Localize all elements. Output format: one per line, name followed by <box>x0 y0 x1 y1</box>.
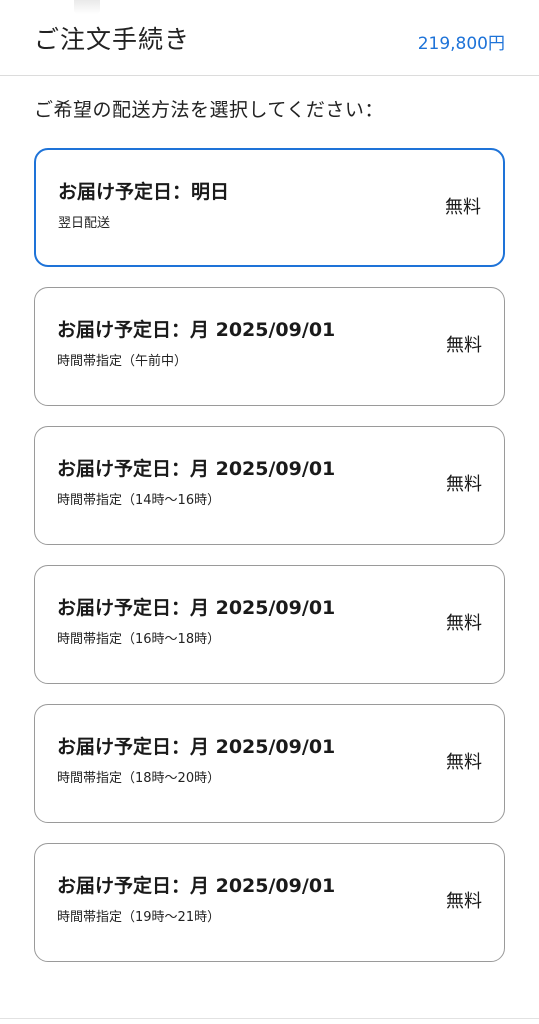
footer-divider <box>0 1018 539 1019</box>
option-subtitle: 時間帯指定（19時〜21時） <box>57 910 221 925</box>
option-title: お届け予定日：月 2025/09/01 <box>57 875 336 897</box>
delivery-method-prompt: ご希望の配送方法を選択してください： <box>34 99 384 121</box>
option-subtitle: 時間帯指定（18時〜20時） <box>57 771 221 786</box>
option-subtitle: 時間帯指定（午前中） <box>57 354 188 369</box>
delivery-option-16-18[interactable]: お届け予定日：月 2025/09/01 時間帯指定（16時〜18時） 無料 <box>34 565 505 684</box>
option-price: 無料 <box>446 891 482 912</box>
option-subtitle: 時間帯指定（16時〜18時） <box>57 632 221 647</box>
option-price: 無料 <box>446 752 482 773</box>
option-title: お届け予定日：月 2025/09/01 <box>57 736 336 758</box>
option-subtitle: 翌日配送 <box>58 216 111 231</box>
delivery-option-tomorrow[interactable]: お届け予定日：明日 翌日配送 無料 <box>34 148 505 267</box>
option-price: 無料 <box>446 474 482 495</box>
delivery-options-list: お届け予定日：明日 翌日配送 無料 お届け予定日：月 2025/09/01 時間… <box>34 148 505 982</box>
option-price: 無料 <box>445 197 481 218</box>
option-price: 無料 <box>446 335 482 356</box>
delivery-option-19-21[interactable]: お届け予定日：月 2025/09/01 時間帯指定（19時〜21時） 無料 <box>34 843 505 962</box>
option-subtitle: 時間帯指定（14時〜16時） <box>57 493 221 508</box>
option-price: 無料 <box>446 613 482 634</box>
option-title: お届け予定日：明日 <box>58 181 230 203</box>
page-title: ご注文手続き <box>34 25 191 54</box>
option-title: お届け予定日：月 2025/09/01 <box>57 458 336 480</box>
header: ご注文手続き 219,800円 <box>0 0 539 76</box>
option-title: お届け予定日：月 2025/09/01 <box>57 319 336 341</box>
delivery-option-18-20[interactable]: お届け予定日：月 2025/09/01 時間帯指定（18時〜20時） 無料 <box>34 704 505 823</box>
delivery-option-morning[interactable]: お届け予定日：月 2025/09/01 時間帯指定（午前中） 無料 <box>34 287 505 406</box>
option-title: お届け予定日：月 2025/09/01 <box>57 597 336 619</box>
order-total: 219,800円 <box>417 34 505 54</box>
delivery-option-14-16[interactable]: お届け予定日：月 2025/09/01 時間帯指定（14時〜16時） 無料 <box>34 426 505 545</box>
